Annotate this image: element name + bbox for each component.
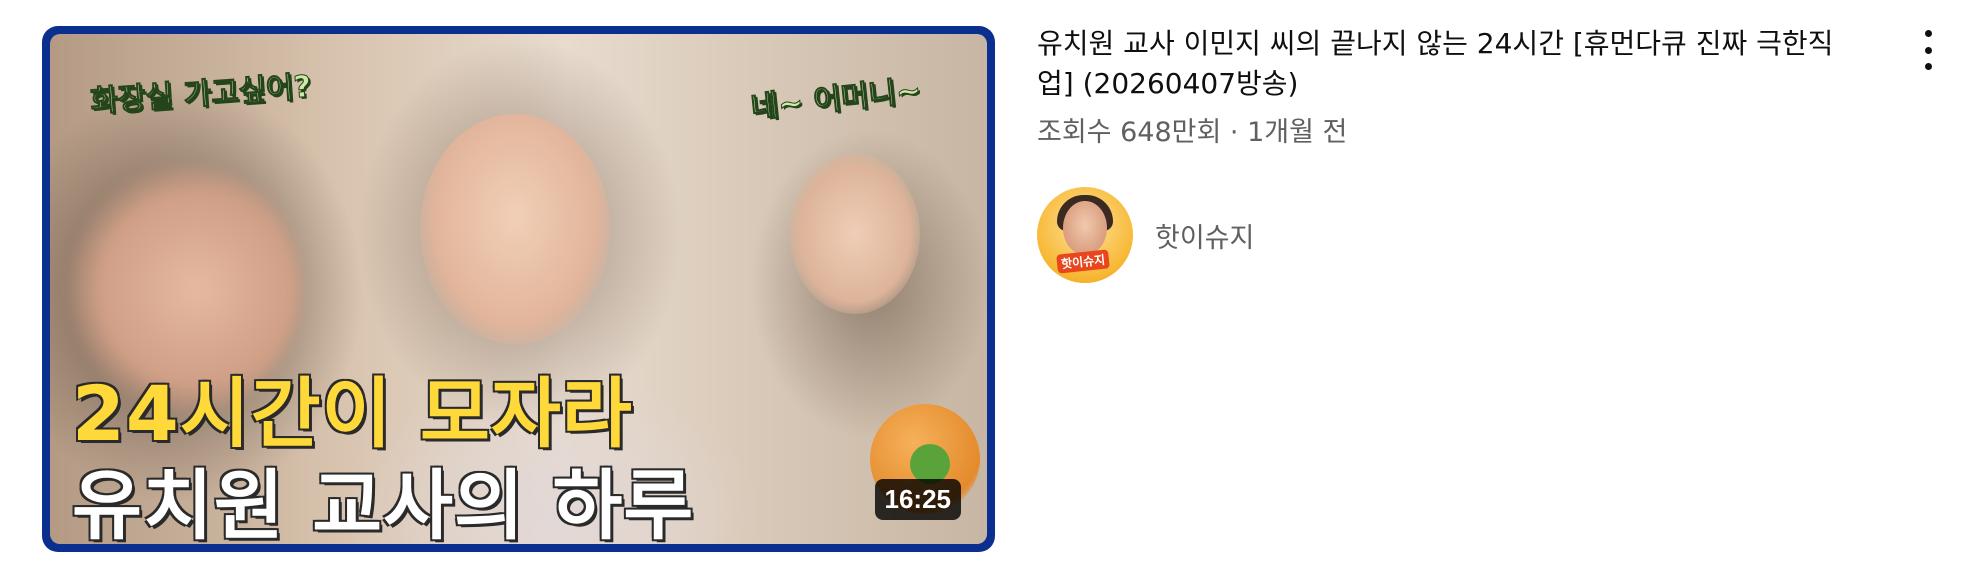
view-count: 조회수 648만회: [1037, 117, 1222, 148]
upload-age: 1개월 전: [1247, 117, 1348, 148]
channel-name[interactable]: 핫이슈지: [1155, 216, 1254, 255]
thumbnail-person-center: [420, 114, 610, 344]
thumbnail-image: 화장실 가고싶어? 네~ 어머니~ 24시간이 모자라 유치원 교사의 하루 1…: [50, 34, 987, 544]
menu-dot: [1924, 46, 1932, 54]
channel-info[interactable]: 핫이슈지 핫이슈지: [1037, 187, 1254, 283]
thumbnail-headline-line2: 유치원 교사의 하루: [72, 461, 695, 544]
video-card: 화장실 가고싶어? 네~ 어머니~ 24시간이 모자라 유치원 교사의 하루 1…: [0, 0, 1967, 572]
thumbnail-caption-right: 네~ 어머니~: [749, 73, 924, 127]
menu-dot: [1924, 30, 1932, 37]
avatar-badge: 핫이슈지: [1056, 249, 1111, 274]
video-details: 유치원 교사 이민지 씨의 끝나지 않는 24시간 [휴먼다큐 진짜 극한직업]…: [1037, 24, 1867, 150]
video-metadata: 조회수 648만회 · 1개월 전: [1037, 116, 1867, 150]
duration-badge: 16:25: [874, 479, 961, 520]
menu-dot: [1924, 63, 1932, 70]
thumbnail-caption-left: 화장실 가고싶어?: [89, 69, 313, 120]
video-title[interactable]: 유치원 교사 이민지 씨의 끝나지 않는 24시간 [휴먼다큐 진짜 극한직업]…: [1037, 24, 1867, 104]
thumbnail-toy-leaf: [910, 444, 950, 484]
meta-separator: ·: [1221, 117, 1248, 148]
channel-avatar[interactable]: 핫이슈지: [1037, 187, 1133, 283]
avatar-face: [1063, 201, 1107, 255]
video-thumbnail[interactable]: 화장실 가고싶어? 네~ 어머니~ 24시간이 모자라 유치원 교사의 하루 1…: [42, 26, 995, 552]
thumbnail-person-right: [790, 154, 920, 314]
more-vert-icon[interactable]: [1912, 30, 1944, 70]
